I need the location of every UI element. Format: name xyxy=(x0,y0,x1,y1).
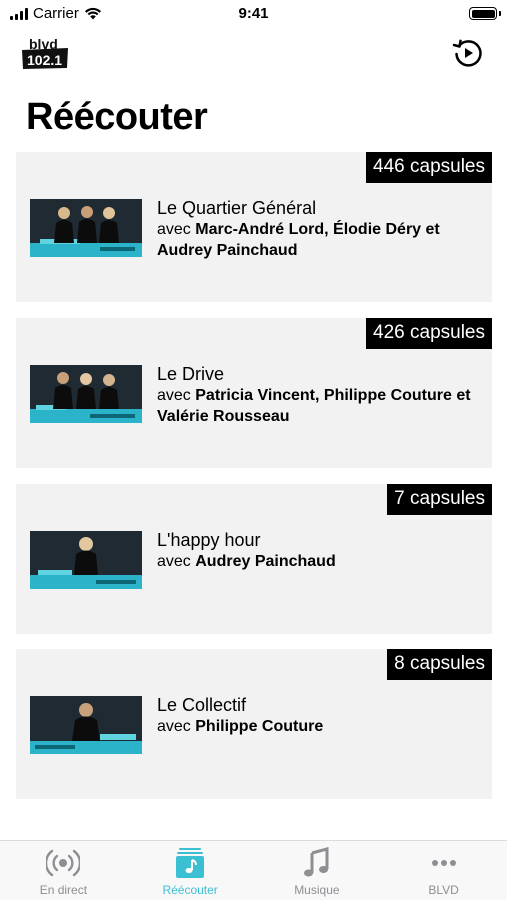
show-info: L'happy hour avec Audrey Painchaud xyxy=(157,529,477,572)
show-hosts-line: avec Audrey Painchaud xyxy=(157,551,477,572)
capsule-count-badge: 8 capsules xyxy=(387,649,492,680)
blvd-logo[interactable]: blvd 102.1 xyxy=(20,36,70,70)
battery-icon xyxy=(469,7,497,20)
tab-label: Réécouter xyxy=(162,883,218,897)
show-thumbnail xyxy=(30,365,142,423)
tab-reecouter[interactable]: Réécouter xyxy=(127,841,254,900)
show-thumbnail xyxy=(30,696,142,754)
show-hosts-line: avec Patricia Vincent, Philippe Couture … xyxy=(157,385,477,427)
show-info: Le Collectif avec Philippe Couture xyxy=(157,694,477,737)
hosts-prefix: avec xyxy=(157,718,196,735)
tab-en-direct[interactable]: En direct xyxy=(0,841,127,900)
show-card-le-quartier-general[interactable]: 446 capsules Le Quartier Général avec Ma… xyxy=(16,152,492,302)
tab-label: BLVD xyxy=(428,883,459,897)
capsule-count-badge: 426 capsules xyxy=(366,318,492,349)
tab-label: En direct xyxy=(39,883,88,897)
capsule-count-badge: 446 capsules xyxy=(366,152,492,183)
show-title: Le Drive xyxy=(157,364,225,384)
tab-blvd[interactable]: BLVD xyxy=(380,841,507,900)
show-thumbnail xyxy=(30,199,142,257)
hosts-prefix: avec xyxy=(157,553,196,570)
show-card-lhappy-hour[interactable]: 7 capsules L'happy hour avec Audrey Pain… xyxy=(16,484,492,634)
show-info: Le Quartier Général avec Marc-André Lord… xyxy=(157,197,477,261)
logo-text-bottom: 102.1 xyxy=(27,52,62,68)
replay-history-icon[interactable] xyxy=(451,36,485,70)
show-hosts: Marc-André Lord, Élodie Déry et Audrey P… xyxy=(157,221,440,259)
show-card-le-collectif[interactable]: 8 capsules Le Collectif avec Philippe Co… xyxy=(16,649,492,799)
tab-bar: En direct Réécouter Musique BLVD xyxy=(0,840,507,900)
tab-label: Musique xyxy=(294,883,340,897)
show-card-le-drive[interactable]: 426 capsules Le Drive avec Patricia Vinc… xyxy=(16,318,492,468)
status-time: 9:41 xyxy=(238,5,269,22)
hosts-prefix: avec xyxy=(157,387,196,404)
show-title: L'happy hour xyxy=(157,530,261,550)
battery-tip xyxy=(499,11,501,16)
show-hosts: Audrey Painchaud xyxy=(195,553,336,570)
more-dots-icon xyxy=(431,860,456,866)
show-hosts: Philippe Couture xyxy=(195,718,324,735)
show-hosts: Patricia Vincent, Philippe Couture et Va… xyxy=(157,387,471,425)
status-bar: Carrier 9:41 xyxy=(0,0,507,28)
logo-text-top: blvd xyxy=(29,36,58,52)
app-header: blvd 102.1 xyxy=(0,30,507,76)
show-thumbnail xyxy=(30,531,142,589)
playlist-icon xyxy=(176,848,205,878)
show-title: Le Collectif xyxy=(157,695,247,715)
tab-musique[interactable]: Musique xyxy=(254,841,381,900)
hosts-prefix: avec xyxy=(157,221,196,238)
broadcast-icon xyxy=(46,849,81,877)
show-info: Le Drive avec Patricia Vincent, Philippe… xyxy=(157,363,477,427)
page-title: Réécouter xyxy=(26,96,208,138)
show-title: Le Quartier Général xyxy=(157,198,317,218)
music-note-icon xyxy=(303,847,329,877)
show-hosts-line: avec Philippe Couture xyxy=(157,716,477,737)
show-hosts-line: avec Marc-André Lord, Élodie Déry et Aud… xyxy=(157,219,477,261)
capsule-count-badge: 7 capsules xyxy=(387,484,492,515)
